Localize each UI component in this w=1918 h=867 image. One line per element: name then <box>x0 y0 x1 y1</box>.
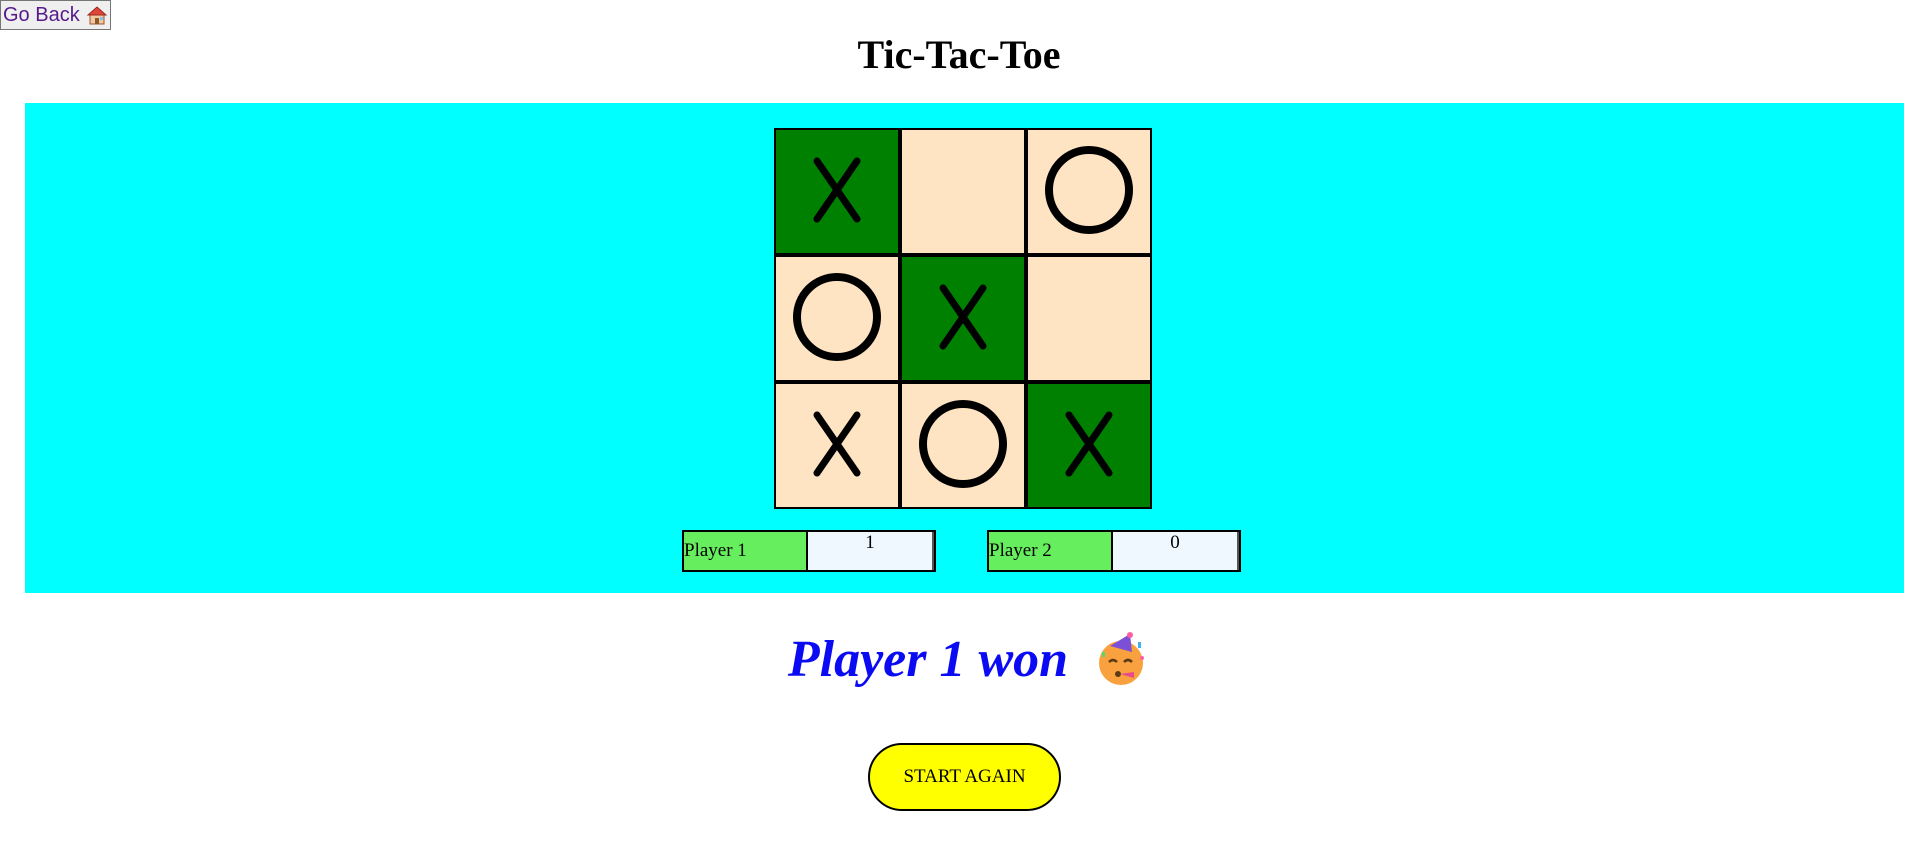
page-title: Tic-Tac-Toe <box>857 32 1061 77</box>
player-2-score-value: 0 <box>1113 532 1239 570</box>
result-message: Player 1 won <box>0 625 1918 695</box>
x-mark-icon <box>1039 393 1139 498</box>
player-2-score: Player 2 0 <box>987 530 1241 572</box>
board-cell-1[interactable] <box>774 128 900 255</box>
board-cell-5[interactable] <box>900 255 1026 382</box>
board-cell-9[interactable] <box>1026 382 1152 509</box>
board-cell-4[interactable] <box>774 255 900 382</box>
go-back-label: Go Back <box>3 4 80 26</box>
board-cell-3[interactable] <box>1026 128 1152 255</box>
start-again-button[interactable]: START AGAIN <box>868 743 1061 811</box>
o-mark-icon <box>1039 139 1139 244</box>
player-1-label: Player 1 <box>684 532 808 570</box>
o-mark-icon <box>787 266 887 371</box>
player-1-score-value: 1 <box>808 532 934 570</box>
x-mark-icon <box>787 393 887 498</box>
board-cell-8[interactable] <box>900 382 1026 509</box>
o-mark-icon <box>913 393 1013 498</box>
player-2-label: Player 2 <box>989 532 1113 570</box>
game-panel: Player 1 1 Player 2 0 <box>25 103 1904 593</box>
board-cell-7[interactable] <box>774 382 900 509</box>
board-cell-6[interactable] <box>1026 255 1152 382</box>
result-text: Player 1 won <box>787 631 1069 688</box>
x-mark-icon <box>787 139 887 244</box>
game-board <box>774 128 1152 509</box>
house-icon <box>86 4 108 26</box>
x-mark-icon <box>913 266 1013 371</box>
party-face-icon <box>1094 632 1150 688</box>
player-1-score: Player 1 1 <box>682 530 936 572</box>
board-cell-2[interactable] <box>900 128 1026 255</box>
